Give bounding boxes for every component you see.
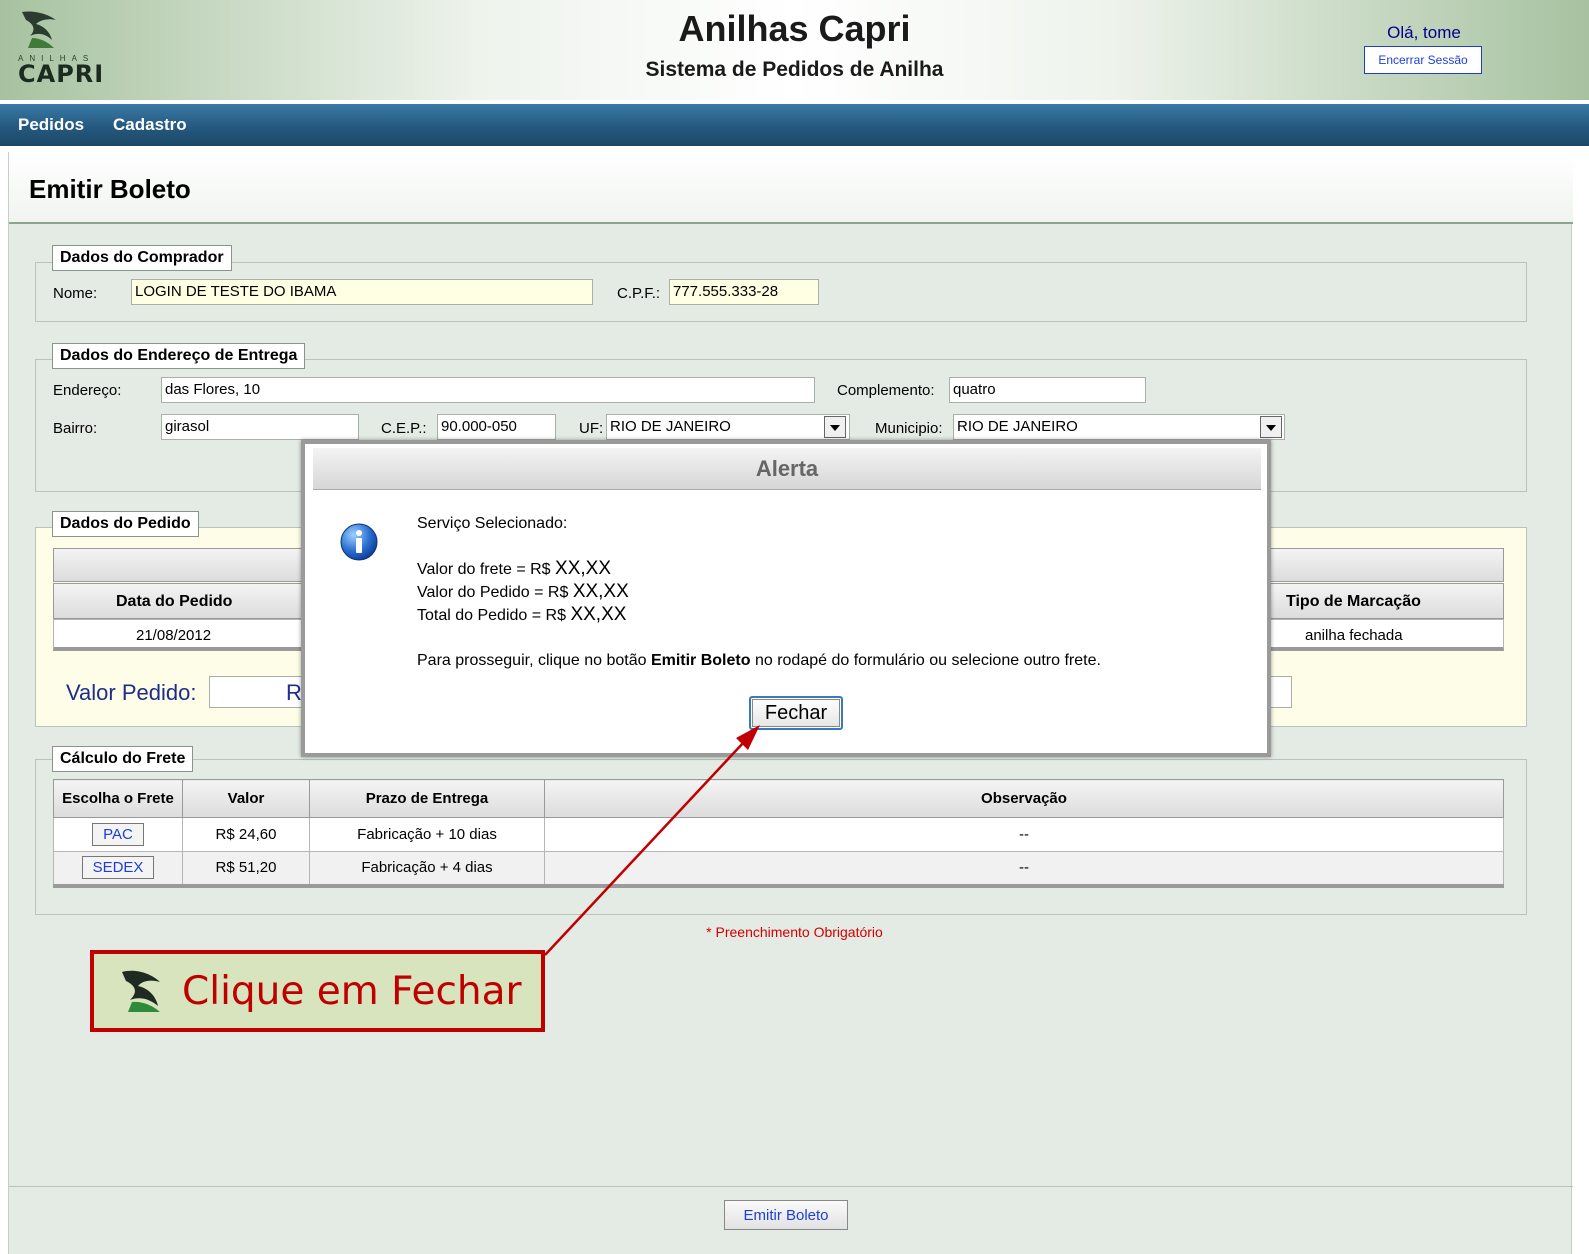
alert-instructions-before: Para prosseguir, clique no botão: [417, 652, 651, 669]
frete-cell-valor: R$ 51,20: [182, 851, 310, 886]
frete-legend: Cálculo do Frete: [52, 746, 194, 772]
bairro-field[interactable]: girasol: [161, 414, 359, 440]
main-nav: Pedidos Cadastro: [0, 104, 1589, 146]
uf-select[interactable]: RIO DE JANEIRO: [606, 414, 850, 440]
required-note: * Preenchimento Obrigatório: [706, 924, 883, 940]
complemento-label: Complemento:: [837, 382, 935, 399]
cpf-label: C.P.F.:: [617, 285, 661, 302]
frete-cell-obs: --: [544, 817, 1504, 852]
alert-service-line: Serviço Selecionado:: [417, 515, 568, 532]
pac-button[interactable]: PAC: [92, 823, 144, 846]
nome-label: Nome:: [53, 285, 98, 302]
frete-header-row: Escolha o Frete Valor Prazo de Entrega O…: [53, 779, 1504, 818]
alert-total-line: Total do Pedido = R$ XX,XX: [417, 604, 626, 626]
table-row: PAC R$ 24,60 Fabricação + 10 dias --: [53, 817, 1504, 852]
complemento-field[interactable]: quatro: [949, 377, 1146, 403]
comprador-legend: Dados do Comprador: [52, 245, 232, 271]
municipio-chevron-down-icon[interactable]: [1260, 416, 1282, 438]
alert-instructions: Para prosseguir, clique no botão Emitir …: [417, 652, 1101, 670]
bird-logo-icon: [122, 970, 160, 1012]
pedido-cell-data: 21/08/2012: [136, 627, 212, 644]
alert-pedido-line: Valor do Pedido = R$ XX,XX: [417, 581, 629, 603]
frete-cell-service: PAC: [53, 817, 183, 852]
uf-chevron-down-icon[interactable]: [824, 416, 846, 438]
frete-cell-prazo: Fabricação + 4 dias: [309, 851, 545, 886]
endereco-field[interactable]: das Flores, 10: [161, 377, 815, 403]
bairro-label: Bairro:: [53, 420, 98, 437]
alert-total-value: XX,XX: [570, 604, 627, 625]
valor-pedido-label: Valor Pedido:: [66, 680, 197, 705]
frete-header-valor: Valor: [182, 779, 310, 818]
endereco-legend: Dados do Endereço de Entrega: [52, 343, 306, 369]
alert-frete-line: Valor do frete = R$ XX,XX: [417, 558, 611, 580]
close-alert-button[interactable]: Fechar: [749, 696, 843, 730]
page-header: Emitir Boleto: [9, 152, 1573, 224]
alert-title: Alerta: [313, 448, 1261, 490]
app-header: ANILHAS CAPRI Anilhas Capri Sistema de P…: [0, 0, 1589, 100]
app-title: Anilhas Capri: [678, 8, 911, 49]
frete-cell-valor: R$ 24,60: [182, 817, 310, 852]
endereco-label: Endereço:: [53, 382, 122, 399]
pedido-header-tipo: Tipo de Marcação: [1286, 593, 1421, 610]
frete-header-obs: Observação: [544, 779, 1504, 818]
alert-frete-value: XX,XX: [555, 558, 611, 579]
pedido-legend: Dados do Pedido: [52, 511, 199, 537]
frete-cell-obs: --: [544, 851, 1504, 886]
alert-dialog: Alerta Serviço Selecionado: Valor do fre…: [301, 440, 1271, 757]
user-greeting: Olá, tome: [1387, 23, 1461, 42]
alert-total-label: Total do Pedido = R$: [417, 607, 566, 624]
alert-frete-label: Valor do frete = R$: [417, 561, 551, 578]
logout-button[interactable]: Encerrar Sessão: [1364, 46, 1482, 74]
frete-cell-prazo: Fabricação + 10 dias: [309, 817, 545, 852]
frete-header-escolha: Escolha o Frete: [53, 779, 183, 818]
callout-box: Clique em Fechar: [90, 950, 545, 1032]
pedido-cell-tipo: anilha fechada: [1305, 627, 1403, 644]
footer-divider: [9, 1186, 1573, 1187]
frete-table: Escolha o Frete Valor Prazo de Entrega O…: [53, 779, 1504, 888]
cep-field[interactable]: 90.000-050: [437, 414, 556, 440]
frete-header-prazo: Prazo de Entrega: [309, 779, 545, 818]
municipio-label: Municipio:: [875, 420, 943, 437]
alert-pedido-value: XX,XX: [572, 581, 629, 602]
sedex-button[interactable]: SEDEX: [81, 856, 155, 880]
uf-label: UF:: [579, 420, 604, 437]
cep-label: C.E.P.:: [381, 420, 427, 437]
nav-item-pedidos[interactable]: Pedidos: [18, 115, 84, 135]
app-subtitle: Sistema de Pedidos de Anilha: [645, 58, 944, 81]
info-icon: [340, 523, 378, 561]
municipio-select[interactable]: RIO DE JANEIRO: [953, 414, 1285, 440]
cpf-field[interactable]: 777.555.333-28: [669, 279, 819, 305]
page-title: Emitir Boleto: [29, 174, 191, 204]
alert-pedido-label: Valor do Pedido = R$: [417, 584, 569, 601]
frete-cell-service: SEDEX: [53, 851, 183, 886]
callout-text: Clique em Fechar: [182, 969, 522, 1014]
emitir-boleto-button[interactable]: Emitir Boleto: [724, 1200, 848, 1230]
pedido-header-data: Data do Pedido: [116, 593, 233, 610]
alert-instructions-bold: Emitir Boleto: [650, 652, 751, 669]
alert-instructions-after: no rodapé do formulário ou selecione out…: [750, 652, 1101, 669]
nav-item-cadastro[interactable]: Cadastro: [113, 115, 187, 135]
nome-field[interactable]: LOGIN DE TESTE DO IBAMA: [131, 279, 593, 305]
table-row: SEDEX R$ 51,20 Fabricação + 4 dias --: [53, 851, 1504, 886]
